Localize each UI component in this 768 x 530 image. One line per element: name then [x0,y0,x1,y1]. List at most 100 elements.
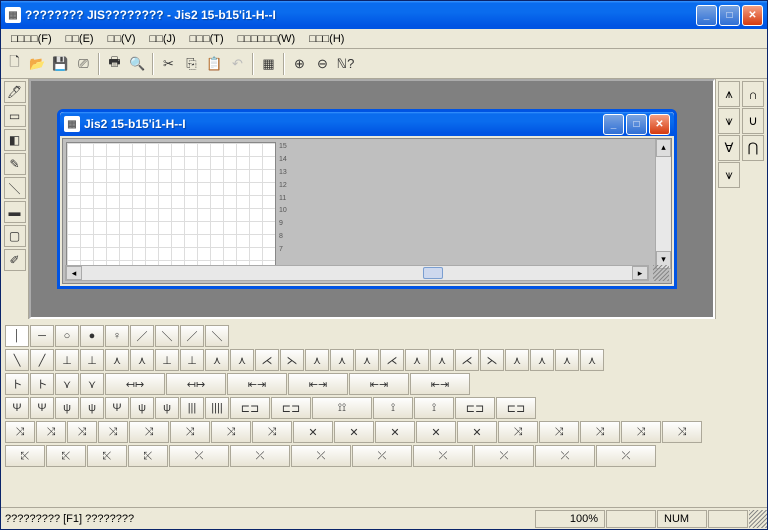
tool-picker-icon[interactable]: ✐ [4,249,26,271]
palette-symbol[interactable]: ⤫ [413,445,473,467]
palette-symbol[interactable]: ⋏ [505,349,529,371]
palette-symbol[interactable]: ⊥ [180,349,204,371]
palette-symbol[interactable]: ╱ [30,349,54,371]
palette-symbol[interactable]: ⇤⇥ [227,373,287,395]
palette-symbol[interactable]: ⊥ [55,349,79,371]
palette-symbol[interactable]: ✕ [293,421,333,443]
save-icon[interactable]: 💾 [49,53,72,75]
grid-icon[interactable]: ▦ [257,53,280,75]
stitch-v4-icon[interactable]: ⩛ [718,162,740,188]
palette-symbol[interactable]: ⇤⇥ [288,373,348,395]
palette-symbol[interactable]: ✕ [375,421,415,443]
palette-symbol[interactable]: ⋌ [455,349,479,371]
stitch-a1-icon[interactable]: ∩ [742,81,764,107]
palette-symbol[interactable]: ⤪ [46,445,86,467]
palette-symbol[interactable]: ⟟ [414,397,454,419]
palette-symbol[interactable]: ⤨ [67,421,97,443]
palette-symbol[interactable]: ⤨ [5,421,35,443]
palette-symbol[interactable]: Ψ [5,397,29,419]
palette-symbol[interactable]: ⤨ [252,421,292,443]
palette-symbol[interactable]: ψ [80,397,104,419]
palette-symbol[interactable]: ⟟⟟ [312,397,372,419]
palette-symbol[interactable]: ⤫ [596,445,656,467]
menu-file[interactable]: □□□□(F) [5,31,58,47]
tool-erase-icon[interactable]: ◧ [4,129,26,151]
palette-symbol[interactable]: ト [5,373,29,395]
palette-symbol[interactable]: ⤨ [498,421,538,443]
palette-symbol[interactable]: ⋎ [55,373,79,395]
palette-symbol[interactable]: ⤫ [535,445,595,467]
palette-symbol[interactable]: ⋏ [580,349,604,371]
palette-symbol[interactable]: ✕ [457,421,497,443]
saveall-icon[interactable]: ⎚ [72,53,95,75]
tool-stamp-icon[interactable]: 🖊 [4,81,26,103]
palette-symbol[interactable]: Ψ [30,397,54,419]
zoomin-icon[interactable]: ⊕ [288,53,311,75]
palette-symbol[interactable]: ⋏ [555,349,579,371]
whatsthis-icon[interactable]: ℕ? [334,53,357,75]
palette-symbol[interactable]: ⋎ [80,373,104,395]
palette-symbol[interactable]: ⤨ [580,421,620,443]
menu-j[interactable]: □□(J) [144,31,182,47]
palette-symbol[interactable]: ⤫ [169,445,229,467]
tool-hline-icon[interactable]: ▬ [4,201,26,223]
palette-symbol[interactable]: ⋏ [530,349,554,371]
child-window[interactable]: ▦ Jis2 15-b15'i1-H--I _ □ ✕ 151413121110… [57,109,677,289]
menu-edit[interactable]: □□(E) [60,31,100,47]
palette-symbol[interactable]: ⇤⇥ [410,373,470,395]
statusbar-grip-icon[interactable] [749,510,767,528]
palette-symbol[interactable]: ⊏⊐ [230,397,270,419]
palette-symbol[interactable]: ＼ [205,325,229,347]
minimize-button[interactable]: _ [696,5,717,26]
palette-symbol[interactable]: ⋏ [405,349,429,371]
palette-symbol[interactable]: ⤪ [128,445,168,467]
palette-symbol[interactable]: ╲ [5,349,29,371]
scroll-right-icon[interactable]: ▸ [632,266,648,280]
palette-symbol[interactable]: ⊏⊐ [271,397,311,419]
palette-symbol[interactable]: ○ [55,325,79,347]
menu-help[interactable]: □□□(H) [303,31,350,47]
scroll-thumb[interactable] [423,267,443,279]
palette-symbol[interactable]: ⤫ [291,445,351,467]
palette-symbol[interactable]: ψ [55,397,79,419]
child-close-button[interactable]: ✕ [649,114,670,135]
palette-symbol[interactable]: ⊥ [155,349,179,371]
palette-symbol[interactable]: ⋏ [355,349,379,371]
palette-symbol[interactable]: ↤↦ [166,373,226,395]
palette-symbol[interactable]: ψ [155,397,179,419]
palette-symbol[interactable]: ⋋ [280,349,304,371]
stitch-a2-icon[interactable]: ∪ [742,108,764,134]
palette-symbol[interactable]: ─ [30,325,54,347]
cut-icon[interactable]: ✂ [157,53,180,75]
scroll-left-icon[interactable]: ◂ [66,266,82,280]
palette-symbol[interactable]: ⋌ [380,349,404,371]
palette-symbol[interactable]: ／ [180,325,204,347]
menu-view[interactable]: □□(V) [102,31,142,47]
palette-symbol[interactable]: ⟟ [373,397,413,419]
palette-symbol[interactable]: ⊥ [80,349,104,371]
size-grip-icon[interactable] [653,265,669,281]
palette-symbol[interactable]: Ψ [105,397,129,419]
stitch-v3-icon[interactable]: ∀ [718,135,740,161]
horizontal-scrollbar[interactable]: ◂ ▸ [65,265,649,281]
palette-symbol[interactable]: ⤨ [621,421,661,443]
palette-symbol[interactable]: ⤫ [230,445,290,467]
child-maximize-button[interactable]: □ [626,114,647,135]
palette-symbol[interactable]: ⤫ [474,445,534,467]
palette-symbol[interactable]: ／ [130,325,154,347]
child-minimize-button[interactable]: _ [603,114,624,135]
palette-symbol[interactable]: ⋏ [230,349,254,371]
palette-symbol[interactable]: ⋏ [430,349,454,371]
palette-symbol[interactable]: ⤨ [211,421,251,443]
palette-symbol[interactable]: ↤↦ [105,373,165,395]
palette-symbol[interactable]: ⋏ [205,349,229,371]
palette-symbol[interactable]: ✕ [416,421,456,443]
edit-grid[interactable] [66,142,276,272]
copy-icon[interactable]: ⎘ [180,53,203,75]
palette-symbol[interactable]: ⤨ [539,421,579,443]
palette-symbol[interactable]: ⤨ [662,421,702,443]
zoomout-icon[interactable]: ⊖ [311,53,334,75]
main-titlebar[interactable]: ▦ ???????? JIS???????? - Jis2 15-b15'i1-… [1,1,767,29]
tool-select-icon[interactable]: ▭ [4,105,26,127]
palette-symbol[interactable]: ⤨ [36,421,66,443]
